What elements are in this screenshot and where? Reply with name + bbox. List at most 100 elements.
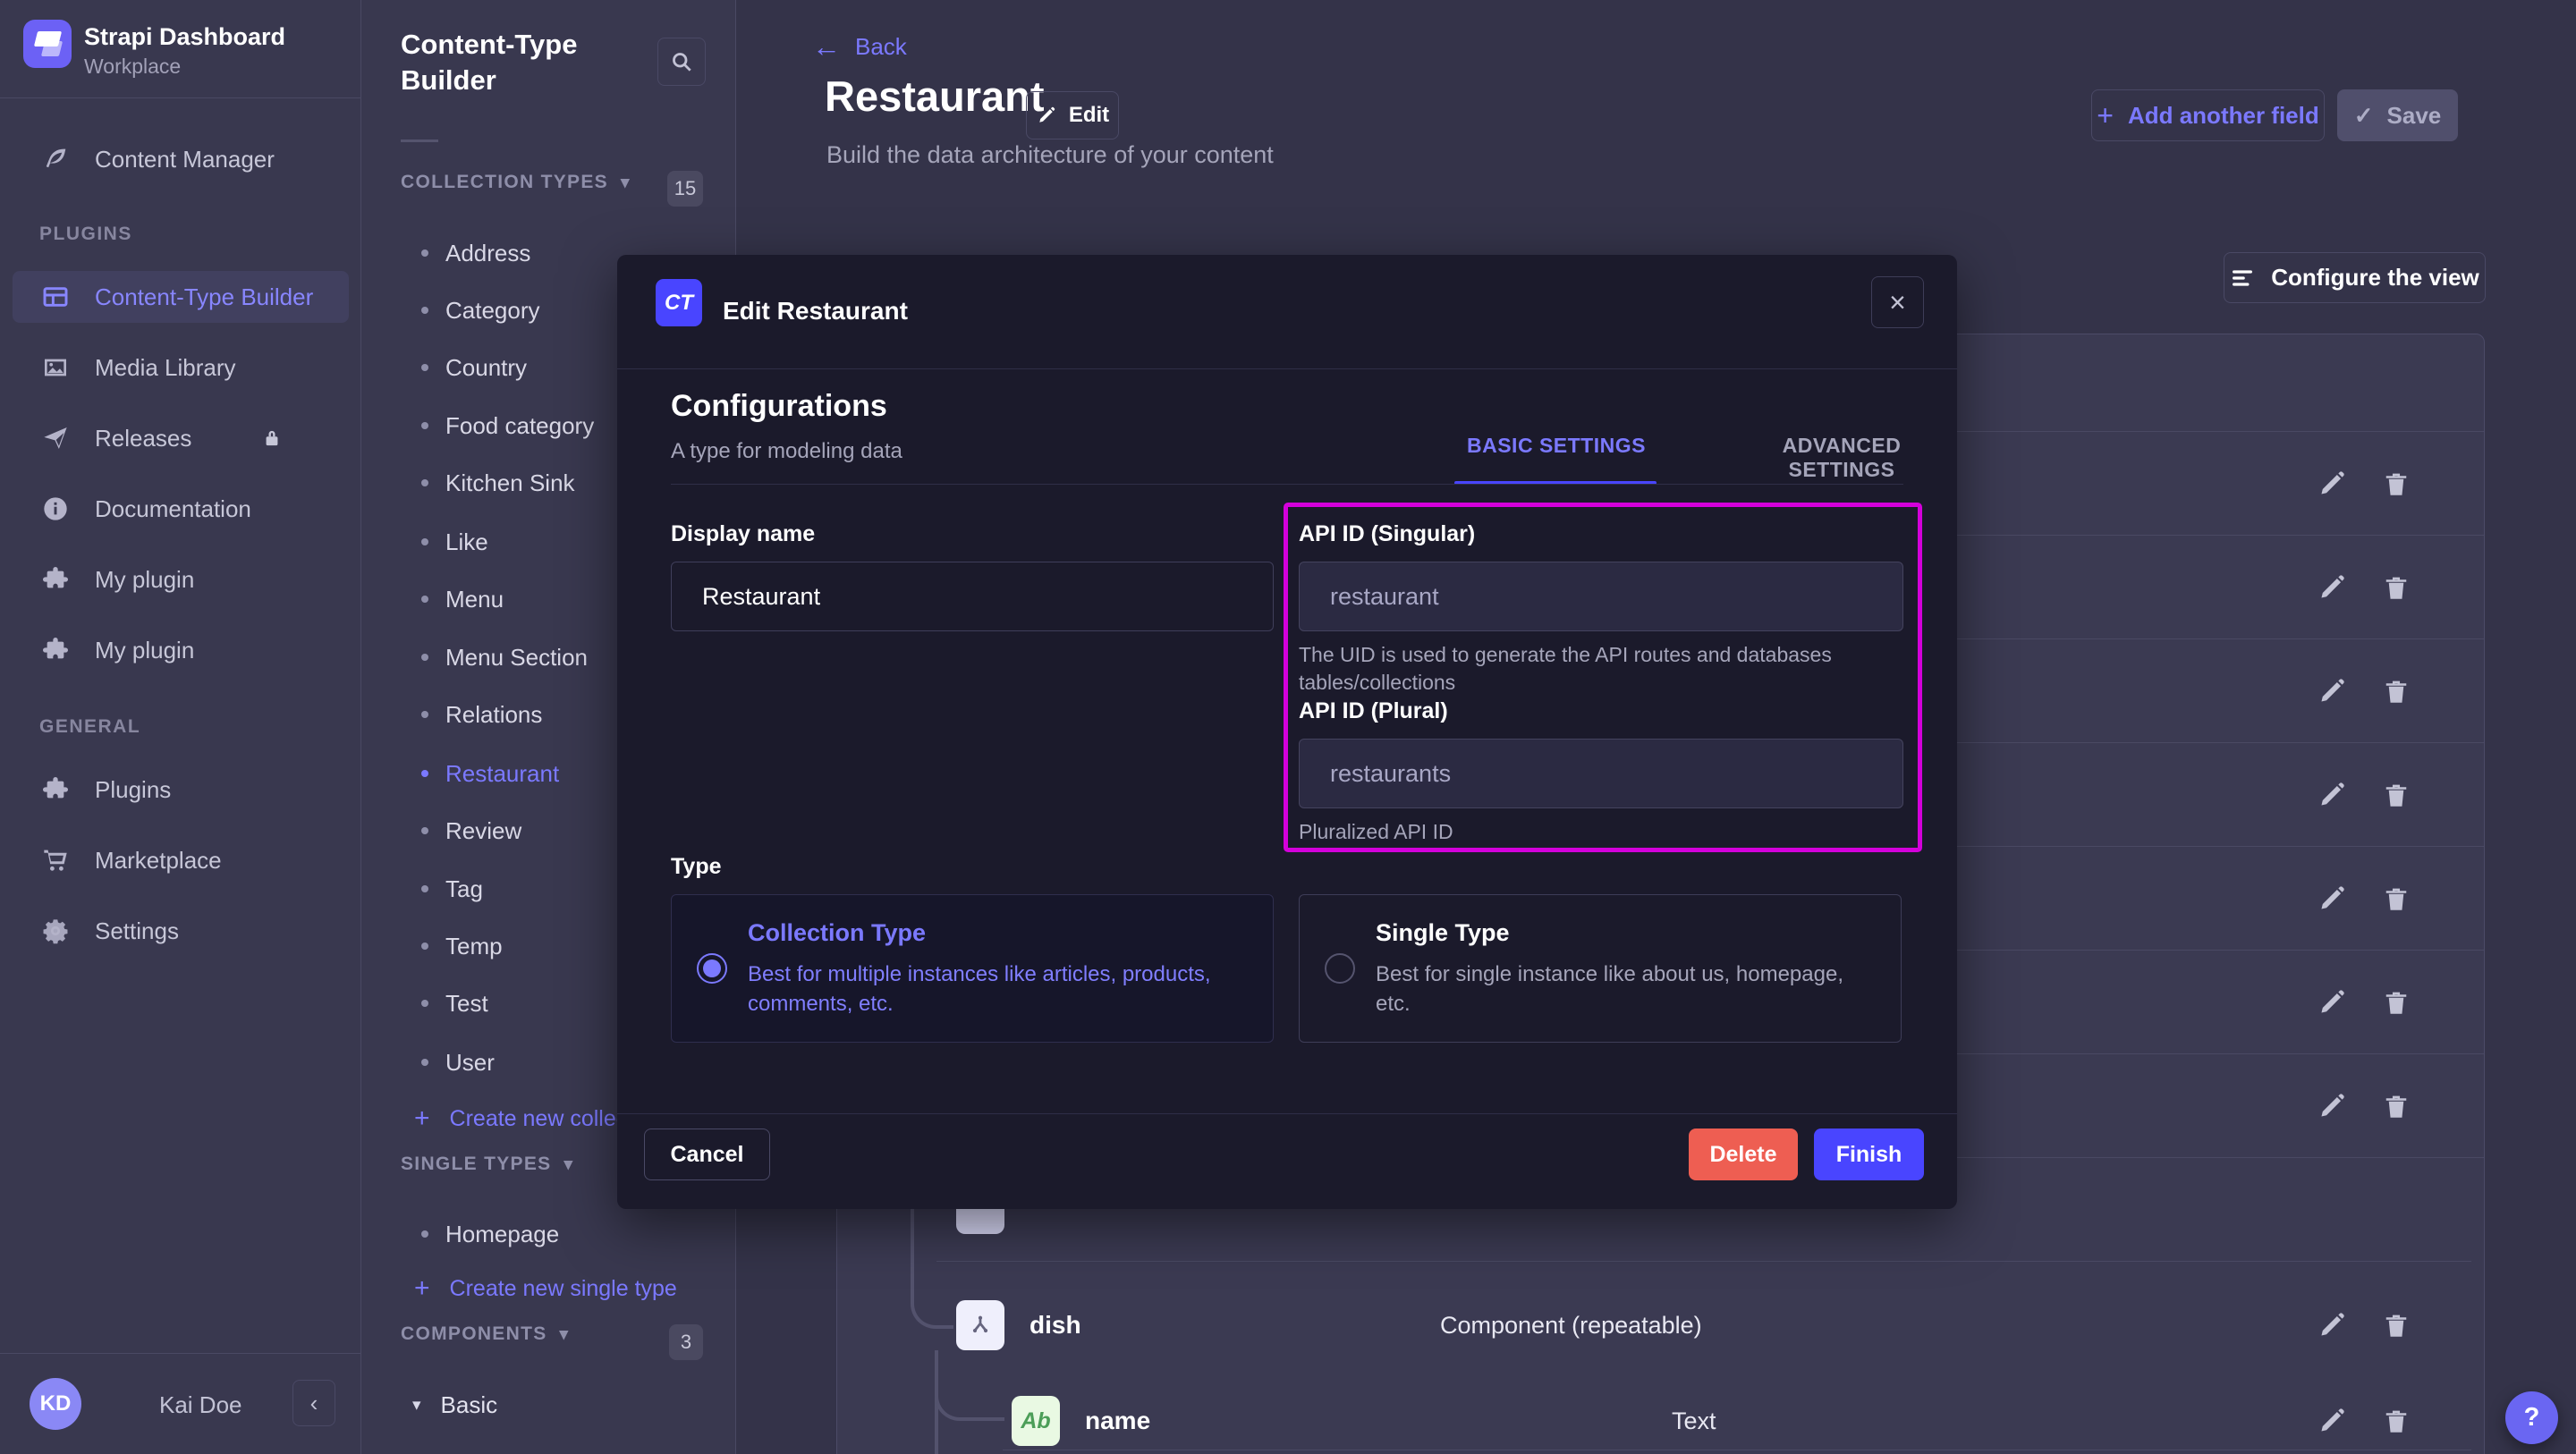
user-block: KD Kai Doe ‹: [0, 1353, 360, 1454]
pencil-icon: [1036, 105, 1057, 126]
edit-field-button[interactable]: [2316, 468, 2348, 500]
help-button[interactable]: ?: [2505, 1391, 2558, 1444]
field-type: Text: [1672, 1408, 1716, 1435]
feather-pen-icon: [41, 145, 70, 173]
radio-unselected-icon[interactable]: [1325, 953, 1355, 984]
sidebar-item-settings[interactable]: Settings: [13, 905, 349, 957]
cancel-button[interactable]: Cancel: [644, 1129, 770, 1180]
delete-field-button[interactable]: [2380, 675, 2412, 707]
modal-heading: Configurations: [671, 389, 887, 424]
edit-field-button[interactable]: [2316, 675, 2348, 707]
plus-icon: +: [414, 1103, 430, 1134]
delete-field-button[interactable]: [2380, 1309, 2412, 1341]
api-id-plural-input[interactable]: [1299, 739, 1903, 808]
sidebar-item-content-type-builder[interactable]: Content-Type Builder: [13, 271, 349, 323]
sidebar-item-my-plugin-2[interactable]: My plugin: [13, 624, 349, 676]
delete-field-button[interactable]: [2380, 986, 2412, 1019]
collapse-sidebar-button[interactable]: ‹: [292, 1380, 335, 1426]
api-id-plural-help: Pluralized API ID: [1299, 818, 1453, 846]
sidebar-item-media-library[interactable]: Media Library: [13, 342, 349, 393]
single-type-option[interactable]: Single Type Best for single instance lik…: [1299, 894, 1902, 1043]
component-group-basic[interactable]: ▾ Basic: [412, 1382, 497, 1427]
components-header[interactable]: COMPONENTS ▾: [401, 1323, 569, 1345]
field-name: name: [1085, 1407, 1150, 1435]
modal-header: CT Edit Restaurant ×: [617, 255, 1957, 369]
edit-field-button[interactable]: [2316, 1405, 2348, 1437]
api-id-singular-label: API ID (Singular): [1299, 521, 1475, 547]
api-id-singular-help: The UID is used to generate the API rout…: [1299, 641, 1862, 697]
edit-button[interactable]: Edit: [1026, 91, 1119, 139]
delete-button[interactable]: Delete: [1689, 1129, 1798, 1180]
sidebar-item-content-manager[interactable]: Content Manager: [13, 133, 349, 185]
edit-field-button[interactable]: [2316, 1090, 2348, 1122]
collection-type-option[interactable]: Collection Type Best for multiple instan…: [671, 894, 1274, 1043]
brand[interactable]: Strapi Dashboard Workplace: [0, 0, 360, 98]
edit-field-button[interactable]: [2316, 571, 2348, 604]
configure-the-view-button[interactable]: Configure the view: [2224, 252, 2486, 303]
user-name: Kai Doe: [159, 1391, 242, 1419]
plus-icon: +: [2097, 99, 2114, 132]
sidebar-title: Content-Type Builder: [401, 27, 669, 98]
edit-field-button[interactable]: [2316, 986, 2348, 1019]
create-single-type-link[interactable]: + Create new single type: [414, 1266, 677, 1311]
sidebar-item-label: Plugins: [95, 776, 171, 804]
settings-lines-icon: [2230, 266, 2255, 291]
option-title: Collection Type: [748, 919, 1246, 947]
sidebar-item-label: Tag: [445, 875, 483, 903]
sidebar-item-releases[interactable]: Releases: [13, 412, 349, 464]
bullet-dot: [421, 711, 428, 718]
puzzle-icon: [41, 775, 70, 804]
delete-field-button[interactable]: [2380, 1405, 2412, 1437]
field-type: Component (repeatable): [1440, 1312, 1702, 1340]
sidebar-item-label: Menu Section: [445, 644, 588, 672]
display-name-input[interactable]: [671, 562, 1274, 631]
delete-field-button[interactable]: [2380, 883, 2412, 915]
delete-field-button[interactable]: [2380, 571, 2412, 604]
pencil-icon: [2316, 1405, 2348, 1437]
brand-subtitle: Workplace: [84, 55, 181, 79]
sidebar-item-documentation[interactable]: Documentation: [13, 483, 349, 535]
finish-button[interactable]: Finish: [1814, 1129, 1924, 1180]
tab-advanced-settings[interactable]: ADVANCED SETTINGS: [1726, 434, 1957, 482]
sidebar-item-label: Test: [445, 990, 488, 1018]
delete-field-button[interactable]: [2380, 468, 2412, 500]
content-type-badge: CT: [656, 279, 702, 326]
bullet-dot: [421, 422, 428, 429]
sidebar-item-homepage[interactable]: Homepage: [361, 1208, 735, 1260]
component-icon: [956, 1300, 1004, 1350]
delete-field-button[interactable]: [2380, 779, 2412, 811]
sidebar-item-marketplace[interactable]: Marketplace: [13, 834, 349, 886]
option-description: Best for single instance like about us, …: [1376, 959, 1874, 1019]
back-link[interactable]: ← Back: [812, 32, 907, 61]
edit-field-button[interactable]: [2316, 1309, 2348, 1341]
search-button[interactable]: [657, 38, 706, 86]
sidebar-item-my-plugin-1[interactable]: My plugin: [13, 554, 349, 605]
sidebar-item-label: Menu: [445, 586, 504, 613]
info-icon: [41, 495, 70, 523]
sidebar-item-label: Marketplace: [95, 847, 222, 875]
sidebar-item-plugins[interactable]: Plugins: [13, 764, 349, 816]
sidebar-item-label: Content Manager: [95, 146, 275, 173]
edit-field-button[interactable]: [2316, 883, 2348, 915]
single-types-header[interactable]: SINGLE TYPES ▾: [401, 1154, 573, 1175]
edit-restaurant-modal: CT Edit Restaurant × Configurations A ty…: [617, 255, 1957, 1209]
modal-title: Edit Restaurant: [723, 297, 908, 325]
tab-basic-settings[interactable]: BASIC SETTINGS: [1467, 434, 1646, 458]
row-divider: [936, 1261, 2471, 1262]
radio-selected-icon[interactable]: [697, 953, 727, 984]
add-another-field-button[interactable]: + Add another field: [2091, 89, 2325, 141]
layout-icon: [41, 283, 70, 311]
option-description: Best for multiple instances like article…: [748, 959, 1246, 1019]
delete-field-button[interactable]: [2380, 1090, 2412, 1122]
edit-field-button[interactable]: [2316, 779, 2348, 811]
avatar[interactable]: KD: [30, 1378, 81, 1430]
image-icon: [41, 353, 70, 382]
collection-count-badge: 15: [667, 171, 703, 207]
save-button[interactable]: ✓ Save: [2337, 89, 2458, 141]
api-id-singular-input[interactable]: [1299, 562, 1903, 631]
collection-types-header[interactable]: COLLECTION TYPES ▾: [401, 172, 631, 193]
page-title: Restaurant: [825, 72, 1045, 121]
brand-title: Strapi Dashboard: [84, 23, 285, 51]
plus-icon: +: [414, 1273, 430, 1304]
close-icon[interactable]: ×: [1871, 276, 1924, 328]
